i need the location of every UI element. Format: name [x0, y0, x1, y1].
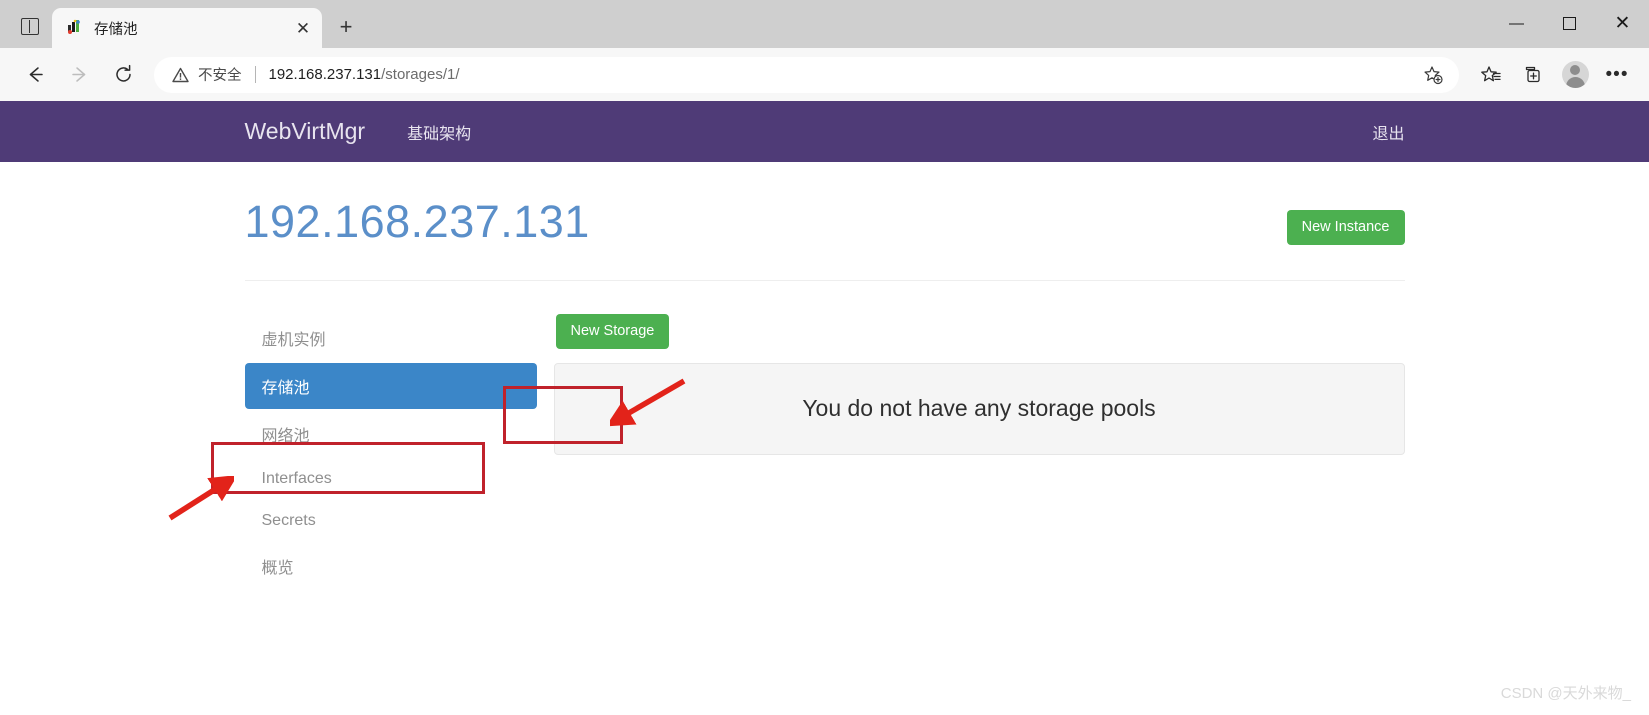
profile-avatar-icon[interactable]	[1555, 55, 1595, 95]
sidebar-item-interfaces[interactable]: Interfaces	[245, 459, 537, 499]
favorites-star-list-icon[interactable]	[1471, 55, 1511, 95]
tab-strip: 存储池 ✕ + — ✕	[0, 0, 1649, 48]
window-controls: — ✕	[1490, 0, 1649, 46]
app-brand[interactable]: WebVirtMgr	[245, 118, 366, 145]
new-storage-button[interactable]: New Storage	[555, 313, 670, 350]
sidebar-nav: 虚机实例 存储池 网络池 Interfaces Secrets 概览	[244, 301, 537, 591]
browser-tab[interactable]: 存储池 ✕	[52, 8, 322, 48]
nav-link-logout[interactable]: 退出	[1372, 120, 1404, 144]
annotation-arrow-sidebar-storages	[168, 476, 234, 521]
page-container: 192.168.237.131 New Instance 虚机实例 存储池 网络…	[235, 162, 1415, 591]
security-status-label: 不安全	[198, 68, 242, 84]
empty-state-message: You do not have any storage pools	[802, 395, 1156, 421]
sidebar-item-overview[interactable]: 概览	[245, 543, 537, 589]
more-options-icon[interactable]: •••	[1597, 55, 1637, 95]
url-host: 192.168.237.131	[268, 66, 382, 83]
address-separator	[254, 66, 256, 83]
page-title: 192.168.237.131	[244, 196, 590, 247]
watermark: CSDN @天外来物_	[1500, 685, 1631, 702]
browser-window: 存储池 ✕ + — ✕ 不安全 192.168.237.131/storages…	[0, 0, 1649, 715]
back-icon[interactable]	[14, 55, 56, 95]
close-window-icon[interactable]: ✕	[1596, 0, 1649, 46]
sidebar-item-instances[interactable]: 虚机实例	[245, 315, 537, 361]
webvirtmgr-favicon	[66, 19, 84, 37]
page-header: 192.168.237.131 New Instance	[245, 162, 1405, 247]
new-storage-toolbar: New Storage	[554, 301, 1405, 363]
sidebar-item-storages[interactable]: 存储池	[244, 362, 537, 409]
sidebar-item-secrets[interactable]: Secrets	[245, 501, 537, 541]
url-text: 192.168.237.131/storages/1/	[269, 66, 1418, 83]
collections-icon[interactable]	[1513, 55, 1553, 95]
reload-icon[interactable]	[102, 55, 144, 95]
tab-list-icon[interactable]	[8, 6, 52, 46]
browser-toolbar: 不安全 192.168.237.131/storages/1/ •••	[0, 48, 1649, 101]
app-navbar: WebVirtMgr 基础架构 退出	[0, 101, 1649, 162]
add-favorite-star-icon[interactable]	[1417, 60, 1449, 90]
new-instance-button[interactable]: New Instance	[1286, 210, 1405, 246]
address-bar[interactable]: 不安全 192.168.237.131/storages/1/	[154, 56, 1459, 93]
page-viewport: WebVirtMgr 基础架构 退出 192.168.237.131 New I…	[0, 101, 1649, 715]
maximize-icon[interactable]	[1543, 0, 1596, 46]
new-tab-icon[interactable]: +	[328, 9, 364, 45]
url-path: /storages/1/	[381, 66, 460, 83]
warning-triangle-icon	[172, 67, 189, 83]
forward-icon[interactable]	[58, 55, 100, 95]
storage-pools-empty-panel: You do not have any storage pools	[553, 362, 1405, 455]
nav-link-infrastructure[interactable]: 基础架构	[407, 120, 471, 144]
tab-title: 存储池	[94, 21, 138, 38]
sidebar-item-networks[interactable]: 网络池	[245, 411, 537, 457]
minimize-icon[interactable]: —	[1490, 0, 1543, 46]
page-body: 虚机实例 存储池 网络池 Interfaces Secrets 概览 New S…	[244, 281, 1405, 591]
main-content: New Storage You do not have any storage …	[537, 301, 1405, 591]
close-tab-icon[interactable]: ✕	[290, 15, 316, 41]
